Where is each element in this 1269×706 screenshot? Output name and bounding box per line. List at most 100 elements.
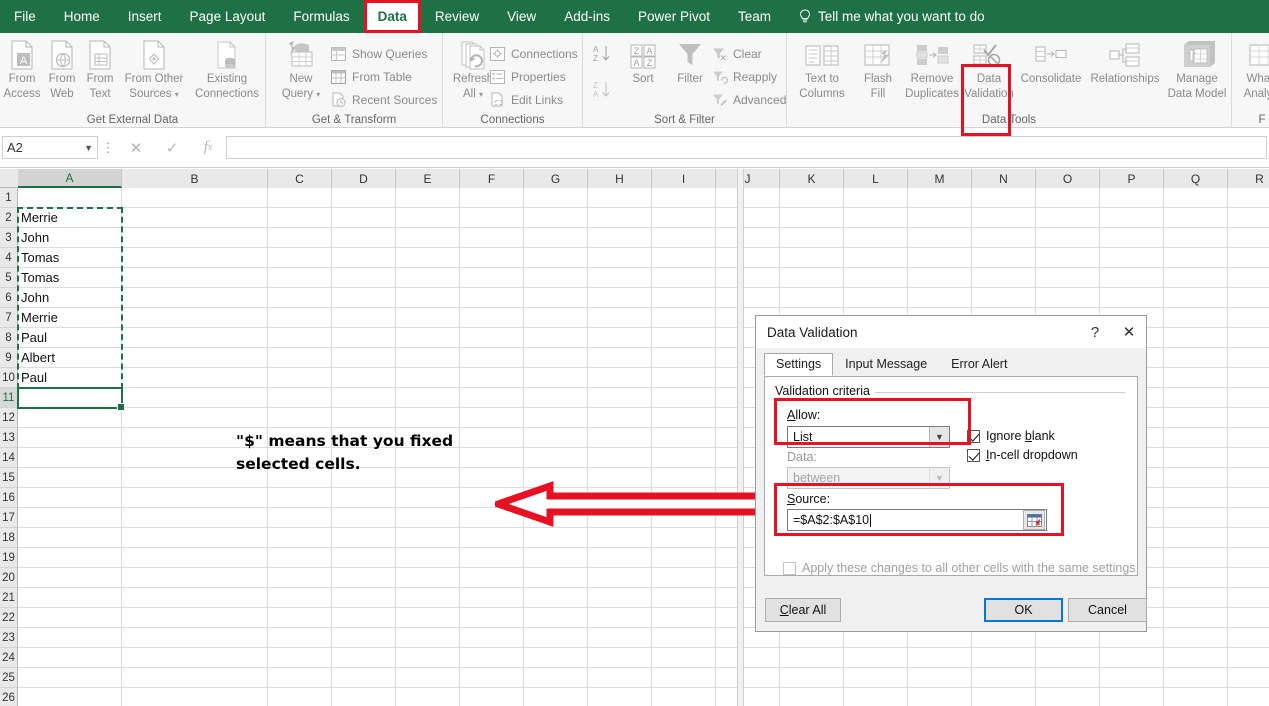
cell-B10[interactable] <box>122 368 268 388</box>
cell-I21[interactable] <box>652 588 716 608</box>
cell-M3[interactable] <box>908 228 972 248</box>
cell-H7[interactable] <box>588 308 652 328</box>
cell-H11[interactable] <box>588 388 652 408</box>
cell-E19[interactable] <box>396 548 460 568</box>
cell-A10[interactable]: Paul <box>18 368 122 388</box>
cell-A2[interactable]: Merrie <box>18 208 122 228</box>
confirm-icon[interactable]: ✓ <box>154 136 190 160</box>
column-header-r[interactable]: R <box>1228 169 1269 188</box>
cell-J6[interactable] <box>716 288 780 308</box>
cell-B25[interactable] <box>122 668 268 688</box>
cell-C26[interactable] <box>268 688 332 706</box>
formula-bar-options-handle[interactable]: ⋮ <box>98 140 118 156</box>
advanced-filter-button[interactable]: Advanced <box>711 91 786 108</box>
cell-A7[interactable]: Merrie <box>18 308 122 328</box>
cell-E6[interactable] <box>396 288 460 308</box>
cell-K25[interactable] <box>780 668 844 688</box>
cell-E17[interactable] <box>396 508 460 528</box>
manage-data-model-button[interactable]: Manage Data Model <box>1165 37 1229 101</box>
cell-E2[interactable] <box>396 208 460 228</box>
cell-I10[interactable] <box>652 368 716 388</box>
cell-G5[interactable] <box>524 268 588 288</box>
cell-J25[interactable] <box>716 668 780 688</box>
cell-D17[interactable] <box>332 508 396 528</box>
cell-H12[interactable] <box>588 408 652 428</box>
cell-M24[interactable] <box>908 648 972 668</box>
show-queries-button[interactable]: Show Queries <box>330 45 427 62</box>
cell-I23[interactable] <box>652 628 716 648</box>
row-header-23[interactable]: 23 <box>0 628 18 648</box>
cell-I1[interactable] <box>652 188 716 208</box>
cell-D25[interactable] <box>332 668 396 688</box>
cell-P25[interactable] <box>1100 668 1164 688</box>
cell-F4[interactable] <box>460 248 524 268</box>
cell-D20[interactable] <box>332 568 396 588</box>
cell-D22[interactable] <box>332 608 396 628</box>
cell-D8[interactable] <box>332 328 396 348</box>
column-header-n[interactable]: N <box>972 169 1036 188</box>
cell-D11[interactable] <box>332 388 396 408</box>
cell-B23[interactable] <box>122 628 268 648</box>
cell-G4[interactable] <box>524 248 588 268</box>
apply-all-checkbox[interactable]: Apply these changes to all other cells w… <box>783 561 1136 575</box>
cell-C5[interactable] <box>268 268 332 288</box>
ribbon-tab-team[interactable]: Team <box>724 0 785 33</box>
row-header-18[interactable]: 18 <box>0 528 18 548</box>
cell-C10[interactable] <box>268 368 332 388</box>
cell-R13[interactable] <box>1228 428 1269 448</box>
cell-M1[interactable] <box>908 188 972 208</box>
cell-A11[interactable] <box>18 388 122 408</box>
source-input[interactable]: =$A$2:$A$10 <box>787 509 1047 531</box>
cell-L3[interactable] <box>844 228 908 248</box>
cell-R15[interactable] <box>1228 468 1269 488</box>
cell-L26[interactable] <box>844 688 908 706</box>
cell-Q20[interactable] <box>1164 568 1228 588</box>
chevron-down-icon[interactable]: ▼ <box>929 427 949 447</box>
cell-R1[interactable] <box>1228 188 1269 208</box>
cell-G6[interactable] <box>524 288 588 308</box>
in-cell-dropdown-checkbox[interactable]: In-cell dropdown <box>967 448 1078 462</box>
cell-Q15[interactable] <box>1164 468 1228 488</box>
help-icon[interactable]: ? <box>1078 317 1112 348</box>
ribbon-tab-data[interactable]: Data <box>363 0 421 33</box>
cell-A22[interactable] <box>18 608 122 628</box>
cell-E5[interactable] <box>396 268 460 288</box>
cell-D24[interactable] <box>332 648 396 668</box>
cell-Q1[interactable] <box>1164 188 1228 208</box>
cell-K26[interactable] <box>780 688 844 706</box>
cell-A9[interactable]: Albert <box>18 348 122 368</box>
cell-D18[interactable] <box>332 528 396 548</box>
row-header-19[interactable]: 19 <box>0 548 18 568</box>
cell-H14[interactable] <box>588 448 652 468</box>
cancel-icon[interactable]: ✕ <box>118 136 154 160</box>
cell-G7[interactable] <box>524 308 588 328</box>
cell-H24[interactable] <box>588 648 652 668</box>
cell-N6[interactable] <box>972 288 1036 308</box>
cell-D9[interactable] <box>332 348 396 368</box>
cell-C1[interactable] <box>268 188 332 208</box>
cell-I22[interactable] <box>652 608 716 628</box>
cell-I26[interactable] <box>652 688 716 706</box>
cell-K1[interactable] <box>780 188 844 208</box>
cell-G19[interactable] <box>524 548 588 568</box>
cell-H9[interactable] <box>588 348 652 368</box>
cell-B21[interactable] <box>122 588 268 608</box>
cell-K4[interactable] <box>780 248 844 268</box>
cell-K24[interactable] <box>780 648 844 668</box>
cell-Q13[interactable] <box>1164 428 1228 448</box>
cell-J4[interactable] <box>716 248 780 268</box>
cell-E26[interactable] <box>396 688 460 706</box>
cell-A5[interactable]: Tomas <box>18 268 122 288</box>
what-if-analysis-button[interactable]: What-If Analysis <box>1236 37 1269 101</box>
cell-R5[interactable] <box>1228 268 1269 288</box>
cell-E21[interactable] <box>396 588 460 608</box>
cell-C20[interactable] <box>268 568 332 588</box>
cell-Q2[interactable] <box>1164 208 1228 228</box>
column-header-b[interactable]: B <box>122 169 268 188</box>
tell-me-search[interactable]: Tell me what you want to do <box>799 8 985 25</box>
cell-H22[interactable] <box>588 608 652 628</box>
reapply-filter-button[interactable]: Reapply <box>711 68 777 85</box>
cell-M5[interactable] <box>908 268 972 288</box>
cell-N24[interactable] <box>972 648 1036 668</box>
cell-H23[interactable] <box>588 628 652 648</box>
